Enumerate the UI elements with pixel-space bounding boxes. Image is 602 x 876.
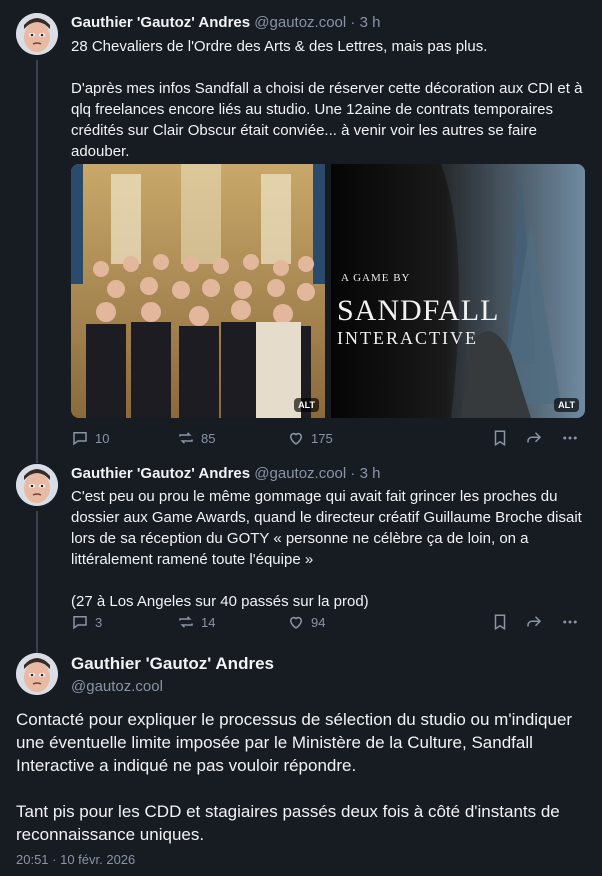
bookmark-button[interactable] bbox=[491, 429, 509, 447]
author-handle[interactable]: @gautoz.cool bbox=[254, 465, 346, 482]
share-icon bbox=[527, 616, 542, 627]
caption-interactive: INTERACTIVE bbox=[337, 328, 478, 348]
like-icon bbox=[289, 432, 303, 445]
thread-line bbox=[36, 645, 38, 653]
like-count: 94 bbox=[311, 614, 326, 630]
author-name[interactable]: Gauthier 'Gautoz' Andres bbox=[71, 654, 274, 674]
author-name[interactable]: Gauthier 'Gautoz' Andres bbox=[71, 465, 250, 482]
share-button[interactable] bbox=[525, 613, 543, 631]
bookmark-icon bbox=[494, 614, 506, 631]
post-text: Contacté pour expliquer le processus de … bbox=[16, 710, 573, 844]
like-button[interactable]: 94 bbox=[287, 613, 325, 631]
share-icon bbox=[527, 432, 542, 443]
thread-line bbox=[36, 60, 38, 455]
like-count: 175 bbox=[311, 430, 333, 446]
post-text: 28 Chevaliers de l'Ordre des Arts & des … bbox=[71, 38, 583, 160]
repost-count: 85 bbox=[201, 430, 216, 446]
author-name[interactable]: Gauthier 'Gautoz' Andres bbox=[71, 14, 250, 31]
avatar[interactable] bbox=[16, 13, 58, 55]
alt-badge[interactable]: ALT bbox=[554, 398, 579, 412]
share-button[interactable] bbox=[525, 429, 543, 447]
reply-button[interactable]: 3 bbox=[71, 613, 102, 631]
post-1[interactable]: Gauthier 'Gautoz' Andres @gautoz.cool · … bbox=[0, 0, 602, 455]
avatar[interactable] bbox=[16, 653, 58, 695]
more-icon bbox=[563, 620, 577, 624]
reply-count: 10 bbox=[95, 430, 110, 446]
post-header: Gauthier 'Gautoz' Andres @gautoz.cool · … bbox=[71, 464, 380, 484]
repost-button[interactable]: 85 bbox=[177, 429, 215, 447]
post-text: C'est peu ou prou le même gommage qui av… bbox=[71, 488, 582, 610]
reply-icon bbox=[73, 616, 87, 630]
author-handle[interactable]: @gautoz.cool bbox=[254, 14, 346, 31]
more-button[interactable] bbox=[561, 613, 579, 631]
reply-count: 3 bbox=[95, 614, 103, 630]
post-header: Gauthier 'Gautoz' Andres @gautoz.cool · … bbox=[71, 13, 380, 33]
reply-icon bbox=[73, 432, 87, 446]
more-icon bbox=[563, 436, 577, 440]
separator: · bbox=[350, 14, 356, 31]
thread-line bbox=[36, 455, 38, 463]
alt-badge[interactable]: ALT bbox=[294, 398, 319, 412]
reply-button[interactable]: 10 bbox=[71, 429, 109, 447]
repost-icon bbox=[179, 616, 193, 628]
caption-sandfall: SANDFALL bbox=[337, 294, 500, 327]
post-time[interactable]: 3 h bbox=[360, 465, 381, 482]
post-actions: 3 14 94 bbox=[71, 613, 586, 635]
bookmark-icon bbox=[494, 430, 506, 447]
like-icon bbox=[289, 616, 303, 629]
caption-small: A GAME BY bbox=[341, 272, 411, 284]
post-date: 20:51 · 10 févr. 2026 bbox=[16, 852, 136, 867]
post-actions: 10 85 175 bbox=[71, 429, 586, 451]
like-button[interactable]: 175 bbox=[287, 429, 333, 447]
more-button[interactable] bbox=[561, 429, 579, 447]
thread-line bbox=[36, 511, 38, 645]
author-handle[interactable]: @gautoz.cool bbox=[71, 678, 163, 695]
post-time[interactable]: 3 h bbox=[360, 14, 381, 31]
post-2[interactable]: Gauthier 'Gautoz' Andres @gautoz.cool · … bbox=[0, 455, 602, 645]
repost-button[interactable]: 14 bbox=[177, 613, 215, 631]
separator: · bbox=[350, 465, 356, 482]
bookmark-button[interactable] bbox=[491, 613, 509, 631]
repost-icon bbox=[179, 432, 193, 444]
image-sandfall[interactable]: A GAME BY SANDFALL INTERACTIVE ALT bbox=[331, 164, 585, 418]
repost-count: 14 bbox=[201, 614, 216, 630]
media-gallery: ALT A GAME BY SANDFALL INTERACTIVE ALT bbox=[71, 164, 585, 418]
image-group-photo[interactable]: ALT bbox=[71, 164, 325, 418]
avatar[interactable] bbox=[16, 464, 58, 506]
